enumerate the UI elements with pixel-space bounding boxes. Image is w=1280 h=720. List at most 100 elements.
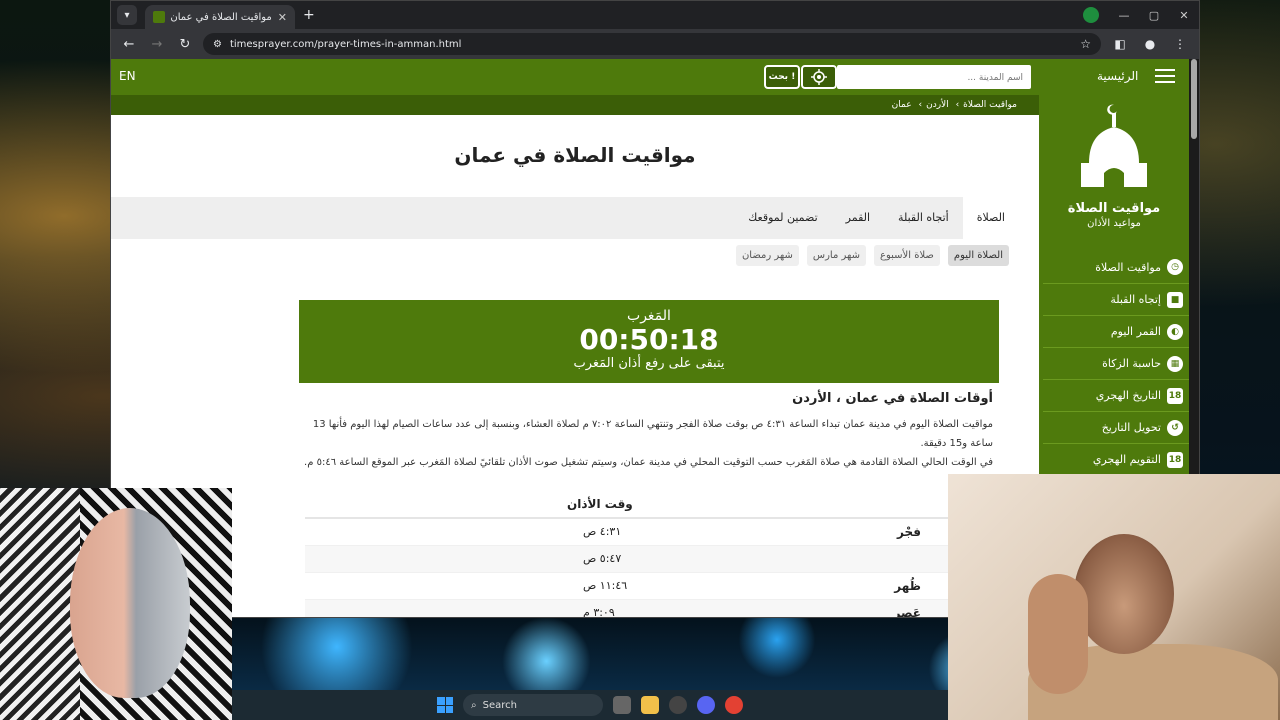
calculator-icon: ▦: [1167, 355, 1183, 372]
home-link[interactable]: الرئيسية: [1097, 69, 1138, 83]
tab-prayer[interactable]: الصلاة: [962, 197, 1019, 239]
menu-icon[interactable]: ⋮: [1169, 37, 1191, 51]
close-window-button[interactable]: ✕: [1169, 9, 1199, 22]
section-title: أوقات الصلاة في عمان ، الأردن: [792, 391, 993, 406]
windows-start-icon[interactable]: [437, 697, 453, 713]
search-button[interactable]: بحث !: [764, 65, 800, 89]
breadcrumb-item[interactable]: عمان: [892, 100, 912, 110]
subtab-today[interactable]: الصلاة اليوم: [947, 245, 1009, 266]
scrollbar-thumb[interactable]: [1191, 59, 1197, 139]
sidebar-item-hijri-date[interactable]: التاريخ الهجري 18: [1043, 379, 1189, 411]
sidebar-item-label: التاريخ الهجري: [1095, 389, 1161, 402]
main-content: الصلاة اليوم صلاة الأسبوع شهر مارس شهر ر…: [279, 239, 1019, 617]
breadcrumb-item[interactable]: مواقيت الصلاة: [963, 100, 1017, 110]
tab-close-icon[interactable]: ✕: [278, 11, 287, 24]
moon-icon: ◐: [1167, 323, 1183, 340]
countdown-timer: 00:50:18: [579, 323, 719, 356]
forward-button[interactable]: →: [147, 37, 167, 52]
subtab-week[interactable]: صلاة الأسبوع: [874, 245, 940, 266]
taskbar-search-label: Search: [482, 699, 517, 711]
kaaba-icon: ■: [1167, 291, 1183, 308]
site-logo[interactable]: مواقيت الصلاة مواعيد الأذان: [1039, 103, 1189, 229]
city-search-input[interactable]: [837, 66, 1031, 90]
subtab-ramadan[interactable]: شهر رمضان: [735, 245, 799, 266]
calendar-icon: 18: [1167, 387, 1183, 404]
url-text: timesprayer.com/prayer-times-in-amman.ht…: [229, 38, 462, 50]
breadcrumb-separator: ›: [918, 100, 923, 110]
tab-search-dropdown[interactable]: ▾: [117, 5, 137, 25]
clock-icon: ◷: [1167, 259, 1183, 275]
omnibox[interactable]: ⚙ timesprayer.com/prayer-times-in-amman.…: [203, 33, 1101, 55]
taskbar-search[interactable]: ⌕ Search: [463, 694, 603, 716]
logo-subtitle: مواعيد الأذان: [1087, 218, 1141, 229]
site-favicon-icon: [153, 11, 165, 23]
browser-tab[interactable]: مواقيت الصلاة في عمان ✕: [145, 5, 295, 29]
tab-qibla[interactable]: أتجاه القبلة: [884, 197, 963, 239]
tab-bar: ▾ مواقيت الصلاة في عمان ✕ + — ▢ ✕: [111, 1, 1199, 29]
sidebar-item-prayer-times[interactable]: مواقيت الصلاة ◷: [1043, 251, 1189, 283]
back-button[interactable]: ←: [119, 37, 139, 52]
logo-title: مواقيت الصلاة: [1067, 201, 1161, 216]
webcam-left-face: [70, 508, 190, 698]
webcam-left-scarf: [0, 488, 80, 720]
page-title: مواقيت الصلاة في عمان: [454, 143, 696, 167]
extensions-icon[interactable]: ◧: [1109, 37, 1131, 51]
table-row: ٥:٤٧ ص: [305, 546, 1001, 573]
table-header: وقت الأذان: [305, 493, 1001, 519]
prayer-times-table: وقت الأذان فجْر ٤:٣١ ص ٥:٤٧ ص ظُهر ١١:٤٦…: [305, 493, 1001, 617]
breadcrumb-item[interactable]: الأردن: [926, 100, 949, 110]
prayer-name: ظُهر: [894, 579, 921, 593]
new-tab-button[interactable]: +: [303, 7, 315, 23]
sidebar-item-date-convert[interactable]: تحويل التاريخ ↺: [1043, 411, 1189, 443]
webcam-right-hand: [1028, 574, 1088, 694]
reload-button[interactable]: ↻: [175, 37, 195, 52]
prayer-time: ١١:٤٦ ص: [583, 579, 628, 592]
minimize-button[interactable]: —: [1109, 9, 1139, 22]
table-row: فجْر ٤:٣١ ص: [305, 519, 1001, 546]
sidebar-item-zakat[interactable]: حاسبة الزكاة ▦: [1043, 347, 1189, 379]
file-explorer-icon[interactable]: [641, 696, 659, 714]
sidebar-item-moon[interactable]: القمر اليوم ◐: [1043, 315, 1189, 347]
profile-icon[interactable]: ●: [1139, 37, 1161, 51]
extension-icon[interactable]: [1083, 7, 1099, 23]
window-controls: — ▢ ✕: [1083, 1, 1199, 29]
maximize-button[interactable]: ▢: [1139, 9, 1169, 22]
prayer-time: ٣:٠٩ م: [583, 606, 615, 617]
prayer-time: ٤:٣١ ص: [583, 525, 622, 538]
sidebar-item-qibla[interactable]: إتجاه القبلة ■: [1043, 283, 1189, 315]
sidebar-item-label: القمر اليوم: [1110, 325, 1161, 338]
tab-moon[interactable]: القمر: [832, 197, 884, 239]
countdown-caption: يتبقى على رفع أذان المَغرب: [573, 356, 725, 371]
site-info-icon[interactable]: ⚙: [213, 39, 222, 50]
location-button[interactable]: [801, 65, 837, 89]
top-navigation: EN بحث ! الرئيسية: [111, 59, 1189, 95]
taskbar: ⌕ Search: [232, 690, 948, 720]
discord-icon[interactable]: [697, 696, 715, 714]
hamburger-menu-icon[interactable]: [1155, 69, 1175, 83]
webcam-right-head: [1074, 534, 1174, 654]
column-header-adhan-time: وقت الأذان: [567, 497, 633, 511]
sidebar-item-label: إتجاه القبلة: [1110, 293, 1161, 306]
chrome-icon[interactable]: [725, 696, 743, 714]
sidebar-item-hijri-calendar[interactable]: التقويم الهجري 18: [1043, 443, 1189, 475]
language-switch[interactable]: EN: [119, 69, 136, 83]
sub-tabs: الصلاة اليوم صلاة الأسبوع شهر مارس شهر ر…: [735, 245, 1009, 266]
webcam-right: [948, 474, 1280, 720]
breadcrumb: مواقيت الصلاة› الأردن› عمان: [111, 95, 1039, 115]
prayer-name: فجْر: [897, 525, 921, 539]
calendar-icon: 18: [1167, 451, 1183, 468]
bookmark-star-icon[interactable]: ☆: [1080, 37, 1091, 51]
tab-embed[interactable]: تضمين لموقعك: [734, 197, 831, 239]
task-view-icon[interactable]: [613, 696, 631, 714]
subtab-month[interactable]: شهر مارس: [806, 245, 867, 266]
crosshair-icon: [811, 69, 827, 85]
obs-icon[interactable]: [669, 696, 687, 714]
next-prayer-paragraph: في الوقت الحالي الصلاة القادمة هي صلاة ا…: [304, 457, 993, 468]
next-prayer-name: المَغرب: [627, 308, 671, 324]
table-row: عَصر ٣:٠٩ م: [305, 600, 1001, 617]
address-bar: ← → ↻ ⚙ timesprayer.com/prayer-times-in-…: [111, 29, 1199, 59]
prayer-time: ٥:٤٧ ص: [583, 552, 622, 565]
history-icon: ↺: [1167, 419, 1183, 436]
city-search-box: [837, 65, 1031, 90]
table-row: ظُهر ١١:٤٦ ص: [305, 573, 1001, 600]
